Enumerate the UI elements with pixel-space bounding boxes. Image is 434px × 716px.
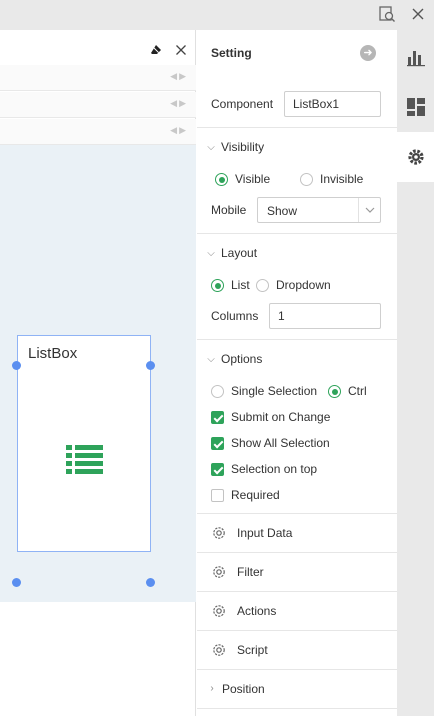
divider xyxy=(197,233,397,234)
list-radio[interactable] xyxy=(211,279,224,292)
right-tab-rail xyxy=(397,30,434,716)
position-section[interactable]: › Position xyxy=(197,669,397,708)
component-name-input[interactable] xyxy=(284,91,381,117)
required-label: Required xyxy=(231,488,280,502)
invisible-label: Invisible xyxy=(320,172,364,186)
actions-label: Actions xyxy=(237,604,277,618)
options-header: Options xyxy=(221,352,263,366)
top-bar xyxy=(0,0,434,30)
gear-icon xyxy=(407,149,424,165)
left-panel-header xyxy=(0,40,196,62)
chevron-down-icon[interactable] xyxy=(358,198,380,222)
resize-handle-bottom-right[interactable] xyxy=(146,578,155,587)
resize-handle-top-right[interactable] xyxy=(146,361,155,370)
divider xyxy=(197,708,397,709)
position-label: Position xyxy=(222,682,265,696)
list-label: List xyxy=(231,278,250,292)
settings-panel: Setting ➜ Component ⌵ Visibility Visible… xyxy=(197,30,397,716)
script-section[interactable]: Script xyxy=(197,630,397,669)
gear-icon xyxy=(211,642,227,658)
selection-on-top-checkbox[interactable] xyxy=(211,463,224,476)
visibility-section-toggle[interactable]: ⌵ Visibility xyxy=(207,140,264,154)
eraser-icon[interactable] xyxy=(150,44,164,58)
mobile-select-value: Show xyxy=(267,204,298,218)
script-label: Script xyxy=(237,643,268,657)
required-checkbox[interactable] xyxy=(211,489,224,502)
options-section-toggle[interactable]: ⌵ Options xyxy=(207,352,262,366)
chevron-down-icon: ⌵ xyxy=(207,141,215,153)
filter-label: Filter xyxy=(237,565,264,579)
settings-title: Setting xyxy=(211,46,252,60)
columns-input[interactable] xyxy=(269,303,381,329)
divider xyxy=(197,127,397,128)
input-data-section[interactable]: Input Data xyxy=(197,513,397,552)
ctrl-radio[interactable] xyxy=(328,385,341,398)
single-selection-radio[interactable] xyxy=(211,385,224,398)
gear-icon xyxy=(211,603,227,619)
close-panel-icon[interactable] xyxy=(175,44,189,58)
arrows-icon[interactable]: ◀▶ xyxy=(170,98,188,109)
columns-label: Columns xyxy=(211,309,259,323)
gear-icon xyxy=(211,564,227,580)
preview-icon[interactable] xyxy=(376,3,398,25)
show-all-selection-label: Show All Selection xyxy=(231,436,330,450)
actions-section[interactable]: Actions xyxy=(197,591,397,630)
resize-handle-bottom-left[interactable] xyxy=(12,578,21,587)
invisible-radio[interactable] xyxy=(300,173,313,186)
gear-icon xyxy=(211,525,227,541)
listbox-component[interactable]: ListBox xyxy=(17,335,151,552)
mobile-label: Mobile xyxy=(211,203,247,217)
dropdown-radio[interactable] xyxy=(256,279,269,292)
tab-settings[interactable] xyxy=(397,132,434,182)
resize-handle-top-left[interactable] xyxy=(12,361,21,370)
ctrl-label: Ctrl xyxy=(348,384,367,398)
chevron-right-icon: › xyxy=(210,683,214,694)
layout-section-toggle[interactable]: ⌵ Layout xyxy=(207,246,257,260)
arrows-icon[interactable]: ◀▶ xyxy=(170,125,188,136)
dashboard-icon xyxy=(406,98,425,116)
dropdown-label: Dropdown xyxy=(276,278,331,292)
layout-header: Layout xyxy=(221,246,258,260)
submit-on-change-label: Submit on Change xyxy=(231,410,331,424)
list-icon xyxy=(66,445,104,478)
arrow-right-icon[interactable]: ➜ xyxy=(360,45,376,61)
tab-chart[interactable] xyxy=(397,32,434,82)
selection-on-top-label: Selection on top xyxy=(231,462,318,476)
listbox-title: ListBox xyxy=(28,345,78,362)
left-row[interactable]: ◀▶ xyxy=(0,119,196,145)
visibility-header: Visibility xyxy=(221,140,265,154)
input-data-label: Input Data xyxy=(237,526,293,540)
component-label: Component xyxy=(211,97,274,111)
bar-chart-icon xyxy=(406,51,425,67)
tab-dashboard[interactable] xyxy=(397,82,434,132)
filter-section[interactable]: Filter xyxy=(197,552,397,591)
left-row[interactable]: ◀▶ xyxy=(0,92,196,118)
divider xyxy=(197,339,397,340)
close-icon[interactable] xyxy=(407,3,429,25)
single-selection-label: Single Selection xyxy=(231,384,318,398)
visible-label: Visible xyxy=(235,172,271,186)
show-all-selection-checkbox[interactable] xyxy=(211,437,224,450)
chevron-down-icon: ⌵ xyxy=(207,247,215,259)
left-row[interactable]: ◀▶ xyxy=(0,65,196,91)
chevron-down-icon: ⌵ xyxy=(207,353,215,365)
arrows-icon[interactable]: ◀▶ xyxy=(170,71,188,82)
visible-radio[interactable] xyxy=(215,173,228,186)
mobile-select[interactable]: Show xyxy=(257,197,381,223)
submit-on-change-checkbox[interactable] xyxy=(211,411,224,424)
